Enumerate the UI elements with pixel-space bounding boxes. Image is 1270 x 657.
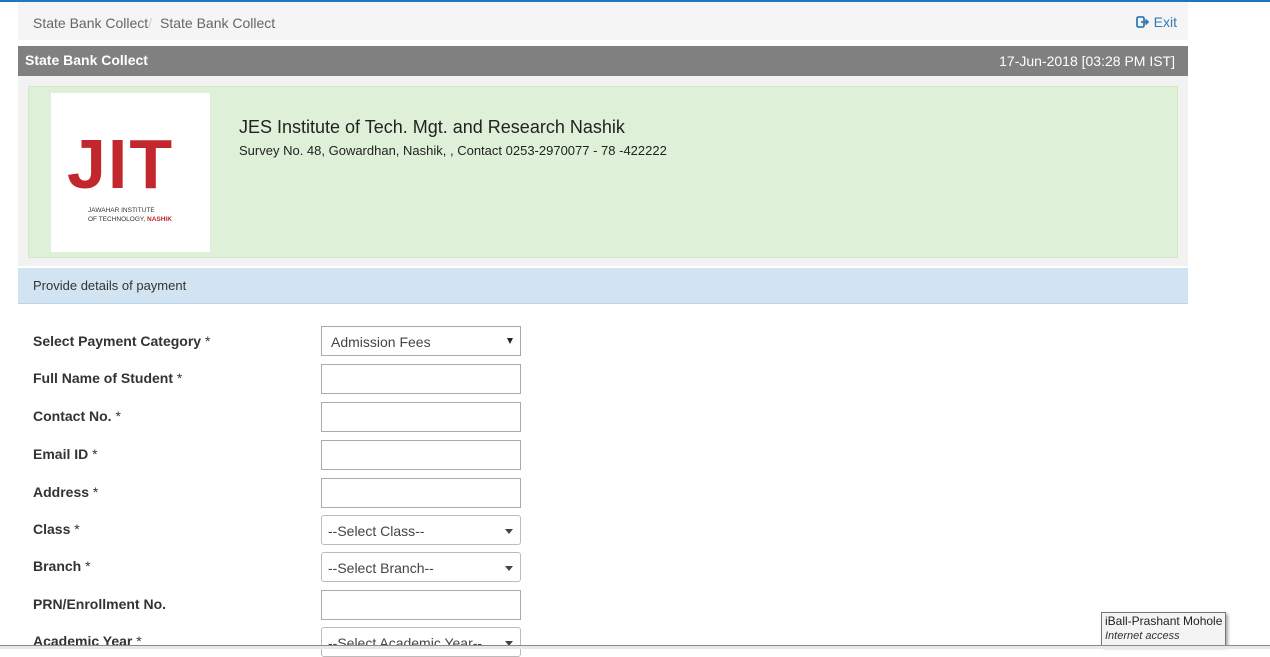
class-label: Class * [33, 521, 80, 537]
taskbar-edge [0, 645, 1270, 649]
payment-category-value: Admission Fees [331, 334, 431, 350]
breadcrumb-item-home[interactable]: State Bank Collect [33, 15, 148, 31]
contact-label: Contact No. * [33, 408, 121, 424]
full-name-label: Full Name of Student * [33, 370, 183, 386]
chevron-down-icon [505, 529, 513, 534]
panel-title: State Bank Collect [25, 52, 148, 68]
network-tooltip: iBall-Prashant Mohole Internet access [1101, 612, 1226, 646]
payment-category-label: Select Payment Category * [33, 333, 211, 349]
prn-input[interactable] [321, 590, 521, 620]
breadcrumb: State Bank Collect / State Bank Collect … [18, 2, 1188, 40]
info-bar-text: Provide details of payment [33, 278, 187, 293]
chevron-down-icon [505, 566, 513, 571]
prn-label: PRN/Enrollment No. [33, 596, 167, 612]
tooltip-network-name: iBall-Prashant Mohole [1105, 614, 1223, 628]
page-container: State Bank Collect / State Bank Collect … [18, 2, 1188, 657]
logo-text: JIT [67, 125, 175, 203]
email-input[interactable] [321, 440, 521, 470]
address-label: Address * [33, 484, 99, 500]
branch-label: Branch * [33, 558, 91, 574]
institute-logo: JIT JAWAHAR INSTITUTE OF TECHNOLOGY, NAS… [51, 93, 210, 252]
chevron-down-icon [507, 338, 513, 344]
logo-subtitle: JAWAHAR INSTITUTE OF TECHNOLOGY, NASHIK [88, 206, 172, 224]
logo-sub-line1: JAWAHAR INSTITUTE [88, 207, 155, 214]
breadcrumb-item-current: State Bank Collect [160, 15, 276, 31]
branch-value: --Select Branch-- [328, 560, 434, 576]
class-select[interactable]: --Select Class-- [321, 515, 521, 545]
exit-link[interactable]: Exit [1135, 14, 1177, 30]
logo-sub-line2: OF TECHNOLOGY, NASHIK [88, 216, 172, 223]
tooltip-network-status: Internet access [1105, 630, 1180, 642]
breadcrumb-separator: / [148, 15, 152, 31]
full-name-input[interactable] [321, 364, 521, 394]
logout-icon [1135, 16, 1150, 28]
institute-name: JES Institute of Tech. Mgt. and Research… [239, 117, 625, 137]
institute-address: Survey No. 48, Gowardhan, Nashik, , Cont… [239, 143, 667, 158]
institute-panel: JIT JAWAHAR INSTITUTE OF TECHNOLOGY, NAS… [18, 76, 1188, 266]
info-bar: Provide details of payment [18, 268, 1188, 304]
email-label: Email ID * [33, 446, 98, 462]
contact-input[interactable] [321, 402, 521, 432]
institute-box: JIT JAWAHAR INSTITUTE OF TECHNOLOGY, NAS… [28, 86, 1178, 258]
panel-header: State Bank Collect 17-Jun-2018 [03:28 PM… [18, 46, 1188, 76]
branch-select[interactable]: --Select Branch-- [321, 552, 521, 582]
payment-category-select[interactable]: Admission Fees [321, 326, 521, 356]
exit-label: Exit [1153, 14, 1177, 30]
class-value: --Select Class-- [328, 523, 425, 539]
panel-datetime: 17-Jun-2018 [03:28 PM IST] [999, 53, 1175, 69]
address-input[interactable] [321, 478, 521, 508]
academic-year-select[interactable]: --Select Academic Year-- [321, 627, 521, 657]
